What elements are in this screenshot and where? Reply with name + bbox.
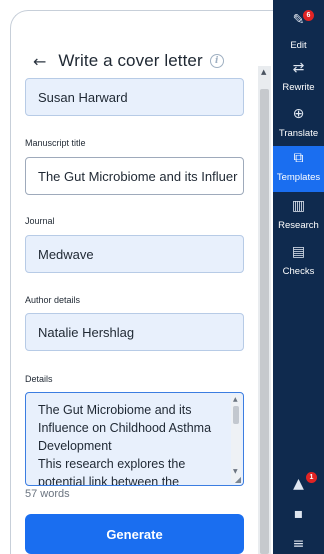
sidebar-item-label: Templates xyxy=(276,172,321,183)
panel-scroll-thumb[interactable] xyxy=(260,89,269,554)
pen-icon: ✎ xyxy=(292,12,305,28)
journal-label: Journal xyxy=(25,216,55,226)
edit-badge: 6 xyxy=(303,10,314,21)
globe-icon: ⊕ xyxy=(292,106,305,122)
details-line: The Gut Microbiome and its xyxy=(38,403,192,417)
sidebar-item-edit[interactable]: ✎ 6 Edit xyxy=(273,8,324,54)
checklist-icon: ▤ xyxy=(291,244,306,260)
generate-button[interactable]: Generate xyxy=(25,514,244,554)
scroll-down-arrow-icon[interactable]: ▼ xyxy=(233,468,238,475)
sidebar-item-label: Rewrite xyxy=(282,82,315,93)
resize-grip-icon[interactable]: ◢ xyxy=(235,475,241,484)
scroll-up-arrow-icon[interactable]: ▲ xyxy=(261,68,266,76)
author-details-label: Author details xyxy=(25,295,81,305)
sidebar-item-label: Checks xyxy=(282,266,315,277)
scroll-up-arrow-icon[interactable]: ▲ xyxy=(233,396,238,403)
sidebar-item-rewrite[interactable]: ⇄ Rewrite xyxy=(273,56,324,102)
sidebar-item-research[interactable]: ▥ Research xyxy=(273,194,324,240)
details-line: Development xyxy=(38,439,112,453)
notifications-badge: 1 xyxy=(306,472,317,483)
details-textarea[interactable]: The Gut Microbiome and its Influence on … xyxy=(25,392,244,486)
templates-icon: ⧉ xyxy=(293,150,304,166)
word-count: 57 words xyxy=(25,488,70,500)
feedback-icon[interactable]: ▪ xyxy=(273,506,324,522)
name-field[interactable]: Susan Harward xyxy=(25,78,244,116)
library-icon: ▥ xyxy=(291,198,306,214)
sidebar-item-translate[interactable]: ⊕ Translate xyxy=(273,102,324,148)
details-scrollbar[interactable]: ▲ ▼ xyxy=(231,395,241,483)
sidebar-item-label: Edit xyxy=(290,40,307,51)
manuscript-title-label: Manuscript title xyxy=(25,138,86,148)
sidebar: ✎ 6 Edit ⇄ Rewrite ⊕ Translate ⧉ Templat… xyxy=(273,0,324,554)
settings-sliders-icon[interactable]: ≡ xyxy=(273,536,324,552)
sidebar-item-label: Research xyxy=(278,220,319,231)
sidebar-item-checks[interactable]: ▤ Checks xyxy=(273,240,324,286)
sidebar-item-label: Translate xyxy=(278,128,319,139)
details-line: This research explores the xyxy=(38,457,186,471)
form-content: Susan Harward Manuscript title The Gut M… xyxy=(10,68,257,554)
panel-scrollbar[interactable]: ▲ xyxy=(258,66,271,554)
details-text: The Gut Microbiome and its Influence on … xyxy=(38,401,228,486)
sidebar-item-templates[interactable]: ⧉ Templates xyxy=(273,146,324,192)
details-line: potential link between the xyxy=(38,475,180,486)
details-line: Influence on Childhood Asthma xyxy=(38,421,212,435)
rewrite-icon: ⇄ xyxy=(292,60,305,76)
info-icon[interactable]: i xyxy=(209,54,224,68)
author-details-field[interactable]: Natalie Hershlag xyxy=(25,313,244,351)
journal-field[interactable]: Medwave xyxy=(25,235,244,273)
details-label: Details xyxy=(25,374,53,384)
details-scroll-thumb[interactable] xyxy=(233,406,239,424)
manuscript-title-field[interactable]: The Gut Microbiome and its Influer xyxy=(25,157,244,195)
